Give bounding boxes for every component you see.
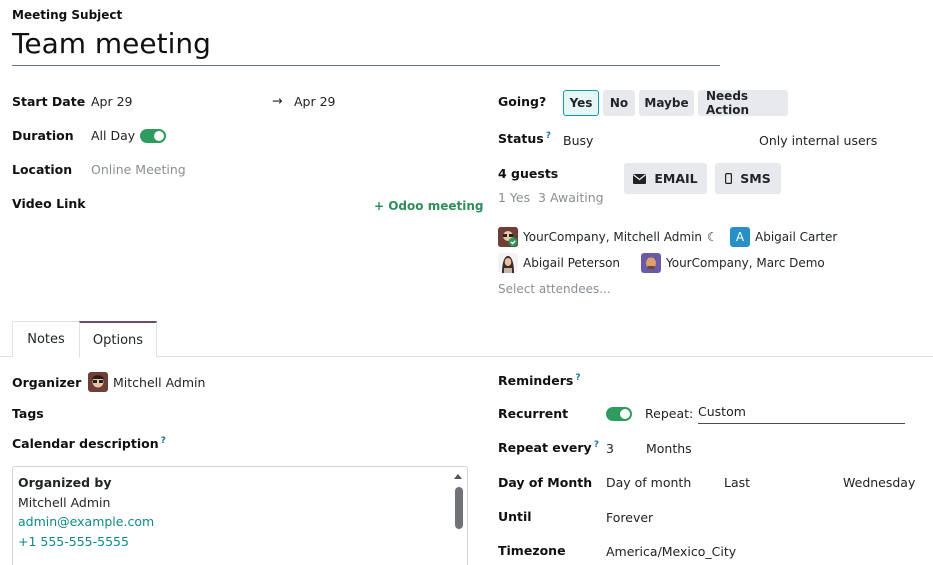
until-select[interactable]: Forever — [606, 510, 653, 525]
description-organizer-name: Mitchell Admin — [18, 494, 111, 510]
attendee-tag[interactable]: Abigail Peterson — [498, 253, 620, 273]
reminders-label: Reminders? — [498, 373, 581, 389]
timezone-label: Timezone — [498, 543, 566, 558]
location-label: Location — [12, 162, 73, 177]
avatar — [498, 227, 518, 247]
location-input[interactable]: Online Meeting — [91, 162, 186, 177]
recurrent-toggle[interactable] — [606, 407, 632, 425]
calendar-description-label: Calendar description? — [12, 436, 166, 452]
repeat-every-label: Repeat every? — [498, 440, 599, 456]
reminders-help-icon[interactable]: ? — [575, 373, 580, 383]
going-yes-button[interactable]: Yes — [563, 90, 599, 116]
privacy-select[interactable]: Only internal users — [759, 133, 877, 148]
tags-label: Tags — [12, 406, 44, 421]
going-maybe-button[interactable]: Maybe — [639, 90, 694, 116]
email-label: EMAIL — [654, 171, 698, 186]
date-arrow-icon: → — [272, 93, 283, 108]
guests-count: 4 guests — [498, 166, 559, 181]
tab-notes[interactable]: Notes — [12, 321, 80, 357]
mobile-phone-icon — [725, 173, 733, 184]
all-day-label: All Day — [91, 128, 136, 143]
organizer-label: Organizer — [12, 375, 82, 390]
going-no-button[interactable]: No — [603, 90, 635, 116]
description-editor[interactable]: Organized by Mitchell Admin admin@exampl… — [12, 466, 468, 565]
description-email-link[interactable]: admin@example.com — [18, 512, 467, 532]
avatar — [641, 253, 661, 273]
calendar-description-help-icon[interactable]: ? — [161, 436, 166, 446]
repeat-label: Repeat: — [645, 406, 694, 421]
description-heading: Organized by — [18, 475, 112, 490]
attendee-tag[interactable]: YourCompany, Mitchell Admin ☾ — [498, 227, 718, 247]
attendee-name: YourCompany, Mitchell Admin — [523, 230, 703, 244]
repeat-select[interactable]: Custom — [698, 404, 905, 424]
envelope-icon — [633, 173, 647, 184]
timezone-select[interactable]: America/Mexico_City — [606, 544, 736, 559]
organizer-field[interactable]: Mitchell Admin — [88, 372, 205, 392]
avatar: A — [730, 227, 750, 247]
status-select[interactable]: Busy — [563, 133, 593, 148]
repeat-interval-input[interactable]: 3 — [606, 441, 614, 456]
recurrent-label: Recurrent — [498, 406, 569, 421]
attendee-name: Abigail Peterson — [523, 256, 621, 270]
attendee-name: Abigail Carter — [755, 230, 838, 244]
sms-label: SMS — [740, 171, 771, 186]
status-label: Status? — [498, 131, 551, 147]
meeting-subject-label: Meeting Subject — [12, 8, 123, 22]
moon-icon: ☾ — [707, 230, 718, 244]
repeat-every-help-icon[interactable]: ? — [594, 440, 599, 450]
weekday-select[interactable]: Wednesday — [843, 475, 915, 490]
until-label: Until — [498, 509, 532, 524]
repeat-value: Custom — [698, 404, 746, 419]
repeat-unit-select[interactable]: Months — [646, 441, 692, 456]
end-date-input[interactable]: Apr 29 — [294, 94, 336, 109]
start-date-label: Start Date — [12, 94, 86, 109]
odoo-meeting-button[interactable]: + Odoo meeting — [374, 199, 483, 213]
day-of-month-label: Day of Month — [498, 475, 593, 490]
going-label: Going? — [498, 94, 547, 109]
month-by-select[interactable]: Day of month — [606, 475, 691, 490]
attendee-name: YourCompany, Marc Demo — [666, 256, 825, 270]
all-day-toggle[interactable] — [140, 129, 166, 147]
select-attendees-input[interactable]: Select attendees... — [498, 282, 611, 296]
email-guests-button[interactable]: EMAIL — [624, 163, 707, 194]
attendee-tag[interactable]: YourCompany, Marc Demo — [641, 253, 825, 273]
attendee-tag[interactable]: A Abigail Carter — [730, 227, 837, 247]
going-needs-action-button[interactable]: Needs Action — [698, 89, 788, 117]
video-link-label: Video Link — [12, 196, 86, 211]
meeting-subject-input[interactable]: Team meeting — [12, 27, 211, 60]
organizer-name: Mitchell Admin — [113, 374, 206, 390]
scroll-up-arrow-icon[interactable] — [453, 471, 463, 481]
start-date-input[interactable]: Apr 29 — [91, 94, 133, 109]
tab-options[interactable]: Options — [79, 321, 157, 358]
avatar — [88, 372, 108, 392]
description-phone-link[interactable]: +1 555-555-5555 — [18, 532, 467, 552]
status-help-icon[interactable]: ? — [546, 131, 551, 141]
avatar — [498, 253, 518, 273]
byday-select[interactable]: Last — [724, 475, 750, 490]
meeting-subject-field[interactable]: Team meeting — [12, 26, 720, 66]
guests-summary: 1 Yes 3 Awaiting — [498, 190, 604, 205]
sms-guests-button[interactable]: SMS — [715, 163, 781, 194]
scrollbar-thumb[interactable] — [455, 487, 463, 529]
duration-label: Duration — [12, 128, 74, 143]
